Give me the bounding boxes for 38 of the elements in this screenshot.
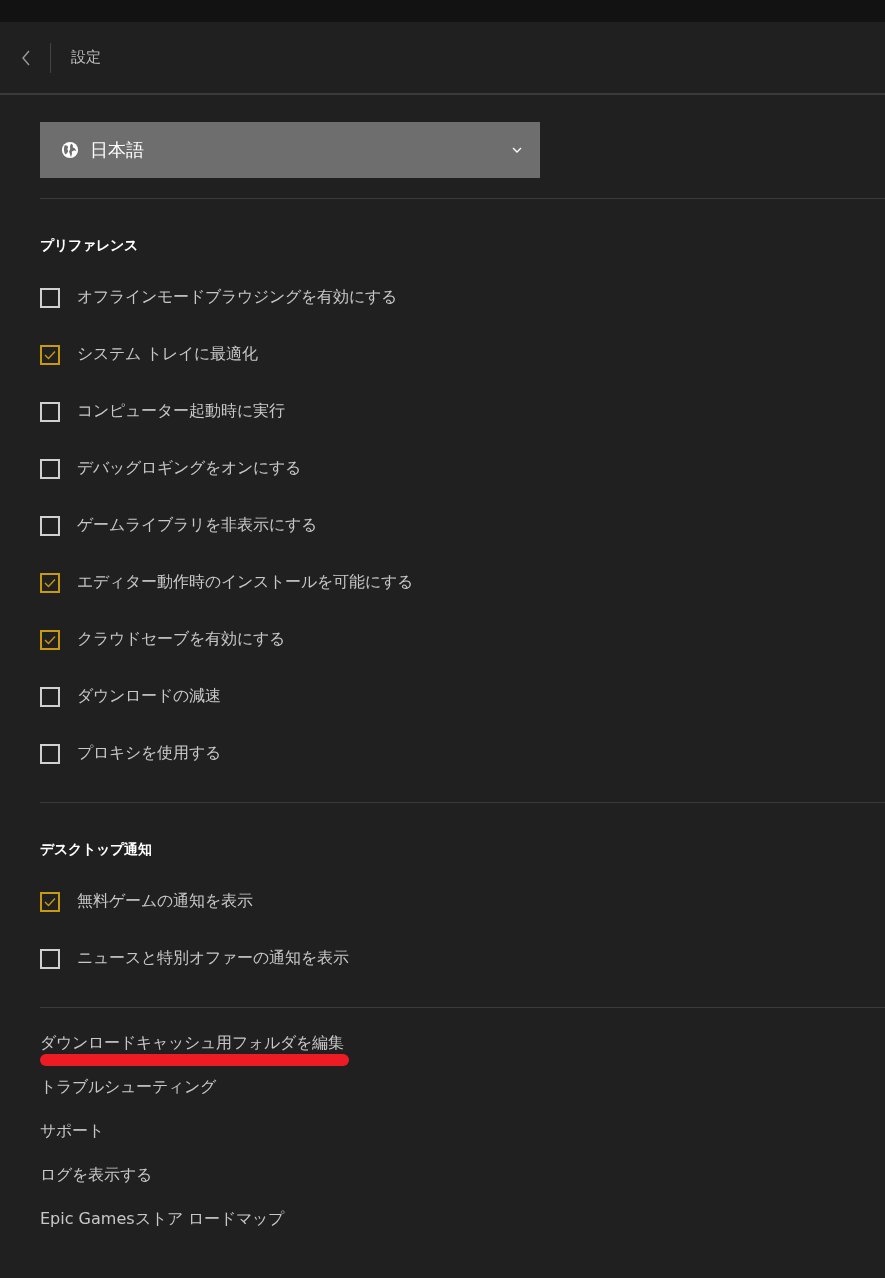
- checkbox[interactable]: [40, 458, 60, 479]
- check-icon: [44, 349, 56, 360]
- checkbox[interactable]: [40, 401, 60, 422]
- checkbox-label: オフラインモードブラウジングを有効にする: [77, 287, 397, 308]
- settings-link[interactable]: Epic Gamesストア ロードマップ: [40, 1209, 284, 1228]
- settings-link[interactable]: ログを表示する: [40, 1165, 152, 1184]
- check-icon: [44, 577, 56, 588]
- checkbox-label: システム トレイに最適化: [77, 344, 259, 365]
- checkbox-label: コンピューター起動時に実行: [77, 401, 285, 422]
- checkbox-label: ニュースと特別オファーの通知を表示: [77, 948, 349, 969]
- settings-link[interactable]: ダウンロードキャッシュ用フォルダを編集: [40, 1033, 344, 1052]
- checkbox[interactable]: [40, 629, 60, 650]
- section-heading: プリファレンス: [40, 236, 139, 255]
- checkbox[interactable]: [40, 686, 60, 707]
- checkbox-label: クラウドセーブを有効にする: [77, 629, 285, 650]
- checkbox[interactable]: [40, 572, 60, 593]
- section-heading: デスクトップ通知: [40, 840, 153, 859]
- settings-link[interactable]: トラブルシューティング: [40, 1077, 216, 1096]
- back-icon[interactable]: [21, 49, 31, 66]
- checkbox[interactable]: [40, 287, 60, 308]
- settings-link[interactable]: サポート: [40, 1121, 104, 1140]
- checkbox-label: デバッグロギングをオンにする: [77, 458, 301, 479]
- page-title: 設定: [71, 48, 101, 67]
- checkbox-label: ゲームライブラリを非表示にする: [77, 515, 317, 536]
- check-icon: [44, 634, 56, 645]
- checkbox[interactable]: [40, 891, 60, 912]
- globe-icon: [61, 141, 79, 159]
- checkbox-label: ダウンロードの減速: [77, 686, 221, 707]
- checkbox[interactable]: [40, 515, 60, 536]
- check-icon: [44, 896, 56, 907]
- checkbox-label: エディター動作時のインストールを可能にする: [77, 572, 413, 593]
- caret-icon: [512, 147, 522, 153]
- checkbox[interactable]: [40, 344, 60, 365]
- checkbox-label: プロキシを使用する: [77, 743, 221, 764]
- checkbox-label: 無料ゲームの通知を表示: [77, 891, 253, 912]
- checkbox[interactable]: [40, 743, 60, 764]
- language-dropdown[interactable]: 日本語: [40, 122, 540, 178]
- checkbox[interactable]: [40, 948, 60, 969]
